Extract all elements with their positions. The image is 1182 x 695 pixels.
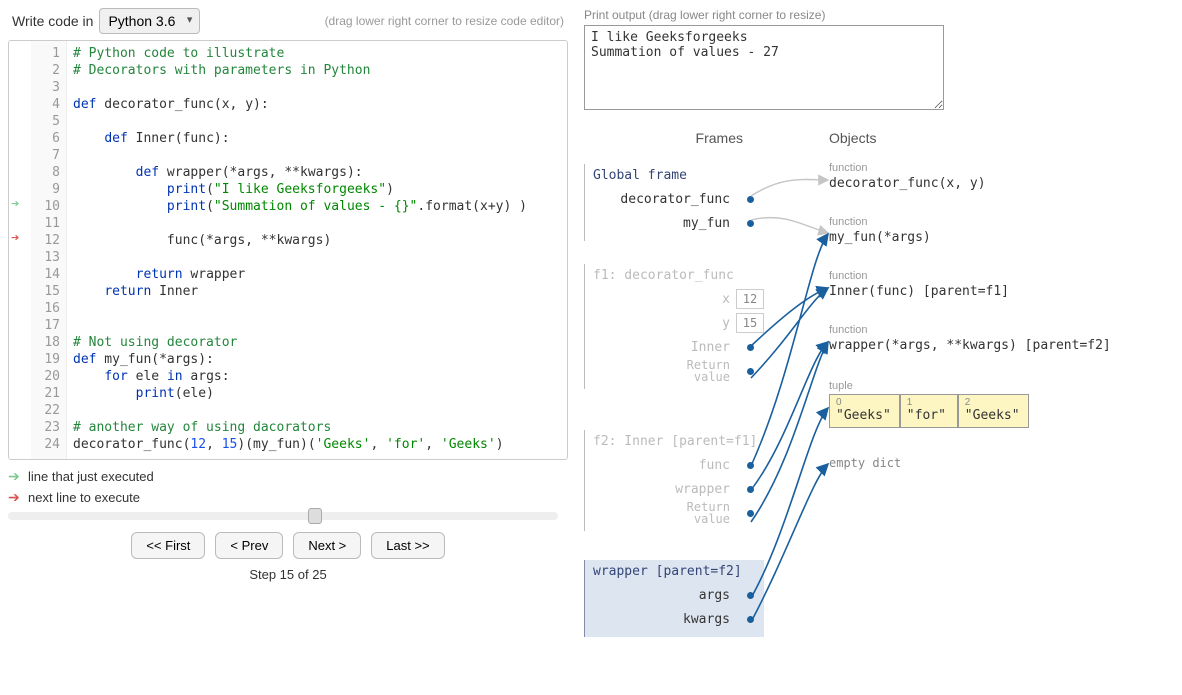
obj-empty-dict: empty dict [829, 456, 901, 470]
resize-hint: (drag lower right corner to resize code … [325, 14, 564, 28]
visualization: Frames Objects Global frame decorator_fu… [584, 130, 1144, 670]
legend-next-label: next line to execute [28, 490, 140, 505]
frame-f2: f2: Inner [parent=f1] func wrapper Retur… [584, 430, 764, 531]
arrow-gutter: ➔ ➔ [9, 41, 31, 459]
obj-decorator-func: function decorator_func(x, y) [829, 162, 986, 191]
output-label: Print output (drag lower right corner to… [584, 8, 1144, 22]
obj-inner: function Inner(func) [parent=f1] [829, 270, 1009, 299]
step-slider[interactable] [8, 512, 558, 520]
legend-prev-arrow-icon: ➔ [8, 468, 28, 485]
obj-wrapper: function wrapper(*args, **kwargs) [paren… [829, 324, 1111, 353]
obj-myfun: function my_fun(*args) [829, 216, 931, 245]
legend: ➔ line that just executed ➔ next line to… [8, 468, 568, 506]
prev-exec-arrow: ➔ [11, 196, 19, 213]
frame-global: Global frame decorator_func my_fun [584, 164, 764, 241]
frame-f1: f1: decorator_func x12 y15 Inner Returnv… [584, 264, 764, 389]
frame-wrapper: wrapper [parent=f2] args kwargs [584, 560, 764, 637]
slider-thumb[interactable] [308, 508, 322, 524]
language-select[interactable]: Python 3.6 [99, 8, 200, 34]
code-area[interactable]: # Python code to illustrate# Decorators … [67, 41, 567, 459]
first-button[interactable]: << First [131, 532, 205, 559]
code-editor[interactable]: ➔ ➔ 123456789101112131415161718192021222… [8, 40, 568, 460]
output-box[interactable]: I like Geeksforgeeks Summation of values… [584, 25, 944, 110]
frame-title: f2: Inner [parent=f1] [593, 434, 764, 449]
editor-toolbar: Write code in Python 3.6 (drag lower rig… [8, 8, 568, 34]
next-button[interactable]: Next > [293, 532, 361, 559]
legend-next-arrow-icon: ➔ [8, 489, 28, 506]
nav-buttons: << First < Prev Next > Last >> [8, 532, 568, 559]
legend-prev-label: line that just executed [28, 469, 154, 484]
step-label: Step 15 of 25 [8, 567, 568, 582]
obj-tuple: tuple 0"Geeks" 1"for" 2"Geeks" [829, 380, 1029, 428]
frames-header: Frames [584, 130, 769, 146]
frame-title: wrapper [parent=f2] [593, 564, 764, 579]
prev-button[interactable]: < Prev [215, 532, 283, 559]
objects-header: Objects [829, 130, 876, 146]
frame-title: Global frame [593, 168, 764, 183]
last-button[interactable]: Last >> [371, 532, 444, 559]
write-code-label: Write code in [12, 13, 93, 29]
next-exec-arrow: ➔ [11, 230, 19, 247]
frame-title: f1: decorator_func [593, 268, 764, 283]
line-gutter: 123456789101112131415161718192021222324 [31, 41, 67, 459]
